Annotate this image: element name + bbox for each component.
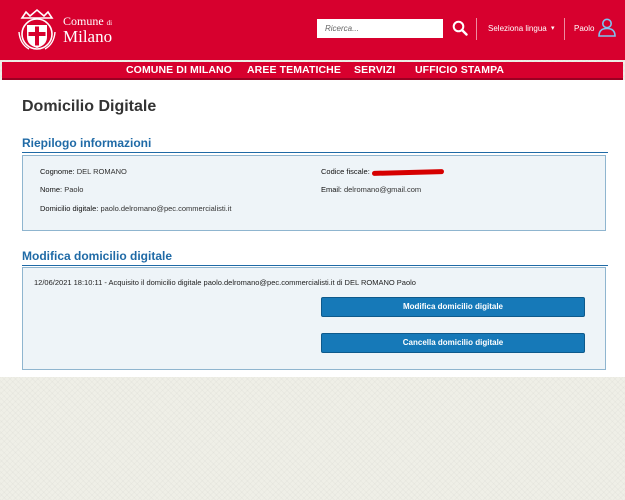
top-header: Comune di Milano Seleziona lingua ▾ Paol… [0,0,625,60]
logo-line1-small: di [106,19,113,27]
name-value: Paolo [64,185,84,194]
section-divider [22,265,608,266]
search-input[interactable] [317,19,443,38]
name-field: Nome: Paolo [40,185,83,194]
milano-coat-of-arms-logo[interactable] [16,8,58,52]
email-value: delromano@gmail.com [343,185,422,194]
user-name[interactable]: Paolo [574,24,594,33]
surname-field: Cognome: DEL ROMANO [40,167,127,176]
nav-item-servizi[interactable]: SERVIZI [354,64,395,76]
summary-panel: Cognome: DEL ROMANO Nome: Paolo Domicili… [22,155,606,231]
summary-section-title: Riepilogo informazioni [22,136,152,150]
section-divider [22,152,608,153]
email-label: Email: [321,185,342,194]
redaction-mark [371,168,444,176]
email-field: Email: delromano@gmail.com [321,185,421,194]
logo-line1: Comune [63,14,104,28]
user-avatar-icon[interactable] [597,17,617,37]
header-divider [564,18,565,40]
modify-panel: 12/06/2021 18:10:11 - Acquisito il domic… [22,267,606,370]
cancel-domicile-button[interactable]: Cancella domicilio digitale [321,333,585,353]
logo-line2: Milano [63,27,113,46]
main-navigation: COMUNE DI MILANO AREE TEMATICHE SERVIZI … [2,62,623,80]
language-selector[interactable]: Seleziona lingua [488,24,547,33]
search-icon[interactable] [452,20,468,36]
nav-item-aree-tematiche[interactable]: AREE TEMATICHE [247,64,341,76]
nav-item-ufficio-stampa[interactable]: UFFICIO STAMPA [415,64,504,76]
domicile-log-entry: 12/06/2021 18:10:11 - Acquisito il domic… [34,278,416,287]
tax-code-field: Codice fiscale: [321,167,444,176]
modify-section-title: Modifica domicilio digitale [22,249,173,263]
digital-domicile-field: Domicilio digitale: paolo.delromano@pec.… [40,204,231,213]
digital-domicile-label: Domicilio digitale: [40,204,99,213]
tax-code-label: Codice fiscale: [321,167,370,176]
digital-domicile-value: paolo.delromano@pec.commercialisti.it [100,204,232,213]
surname-label: Cognome: [40,167,75,176]
nav-item-comune-di-milano[interactable]: COMUNE DI MILANO [126,64,232,76]
logo-wordmark[interactable]: Comune di Milano [63,15,112,45]
page-title: Domicilio Digitale [22,98,157,115]
surname-value: DEL ROMANO [76,167,127,176]
modify-domicile-button[interactable]: Modifica domicilio digitale [321,297,585,317]
chevron-down-icon[interactable]: ▾ [551,24,555,32]
main-content: Domicilio Digitale Riepilogo informazion… [0,80,625,377]
name-label: Nome: [40,185,63,194]
header-divider [476,18,477,40]
